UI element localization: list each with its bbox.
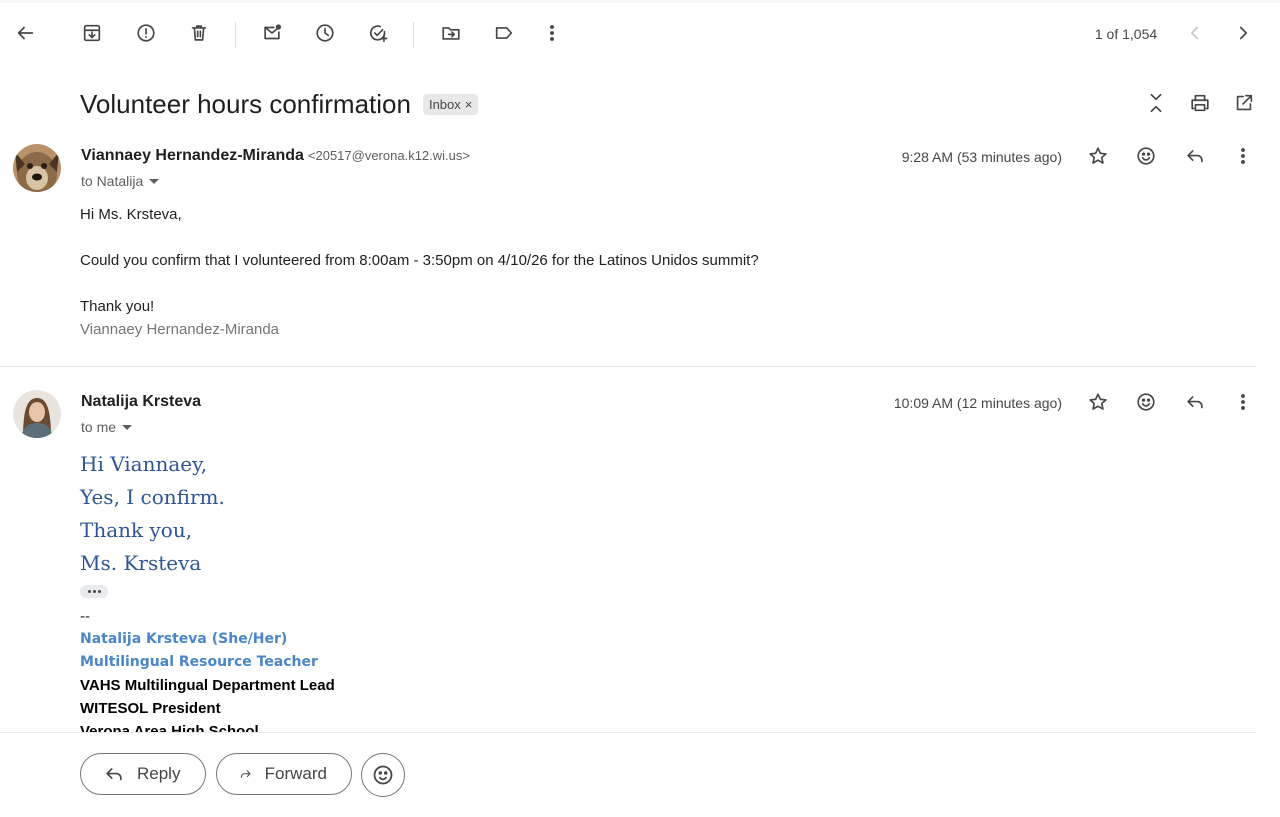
reply-button[interactable]: Reply: [80, 753, 206, 795]
open-new-window-button[interactable]: [1226, 85, 1262, 121]
folder-move-icon: [442, 27, 460, 40]
dot: [97, 590, 101, 593]
more-vertical-icon: [1241, 148, 1245, 164]
signature-role-2: WITESOL President: [80, 700, 221, 717]
back-button[interactable]: [7, 15, 43, 51]
mark-unread-button[interactable]: [254, 15, 290, 51]
chevron-right-icon: [1239, 26, 1248, 40]
message-more-button[interactable]: [1225, 384, 1261, 420]
print-button[interactable]: [1182, 85, 1218, 121]
dog-avatar-icon: [13, 144, 61, 192]
report-spam-button[interactable]: [128, 15, 164, 51]
star-icon: [1089, 147, 1107, 164]
sender-name[interactable]: Viannaey Hernandez-Miranda <20517@verona.…: [81, 147, 470, 165]
reply-label: Reply: [137, 764, 181, 783]
message-signature: Viannaey Hernandez-Miranda: [80, 321, 280, 338]
star-button[interactable]: [1080, 384, 1116, 420]
reply-line-1: Hi Viannaey,: [80, 452, 208, 476]
avatar[interactable]: [13, 144, 61, 192]
more-vertical-icon: [1241, 394, 1245, 410]
recipient-text: to Natalija: [81, 173, 144, 189]
signature-title: Multilingual Resource Teacher: [80, 654, 318, 670]
labels-button[interactable]: [486, 15, 522, 51]
archive-icon: [83, 24, 101, 42]
reply-icon: [1187, 150, 1203, 163]
label-icon: [495, 27, 513, 39]
forward-label: Forward: [264, 764, 327, 783]
add-task-icon: [369, 25, 388, 43]
toolbar-divider: [413, 22, 414, 48]
label-text: Inbox: [428, 96, 461, 112]
printer-icon: [1191, 94, 1209, 112]
archive-button[interactable]: [74, 15, 110, 51]
older-button[interactable]: [1225, 15, 1261, 51]
snooze-button[interactable]: [307, 15, 343, 51]
dot: [92, 590, 96, 593]
add-reaction-button[interactable]: [1128, 138, 1164, 174]
star-icon: [1089, 393, 1107, 410]
more-vertical-icon: [550, 25, 554, 41]
reply-icon: [106, 768, 122, 781]
dot: [87, 590, 91, 593]
report-icon: [137, 24, 155, 42]
reply-icon-button[interactable]: [1177, 384, 1213, 420]
avatar[interactable]: [13, 390, 61, 438]
recipient-details[interactable]: to me: [81, 419, 133, 435]
reply-line-4: Ms. Krsteva: [80, 551, 202, 575]
message-text: Could you confirm that I volunteered fro…: [80, 252, 759, 269]
sender-email: <20517@verona.k12.wi.us>: [307, 148, 470, 163]
emoji-icon: [1137, 393, 1155, 411]
star-button[interactable]: [1080, 138, 1116, 174]
signature-role-1: VAHS Multilingual Department Lead: [80, 677, 335, 694]
signature-name: Natalija Krsteva (She/Her): [80, 631, 288, 647]
add-task-button[interactable]: [360, 15, 396, 51]
recipient-details[interactable]: to Natalija: [81, 173, 160, 189]
mark-unread-icon: [264, 24, 282, 40]
sender-name-text: Viannaey Hernandez-Miranda: [81, 147, 304, 164]
trash-icon: [191, 25, 207, 41]
forward-icon: [241, 770, 251, 778]
more-options-button[interactable]: [534, 15, 570, 51]
reply-icon-button[interactable]: [1177, 138, 1213, 174]
message-closing: Thank you!: [80, 298, 155, 315]
message-more-button[interactable]: [1225, 138, 1261, 174]
clock-icon: [316, 24, 334, 42]
message-divider: [0, 366, 1256, 367]
reply-line-2: Yes, I confirm.: [80, 485, 225, 509]
newer-button[interactable]: [1177, 15, 1213, 51]
toolbar-divider: [235, 22, 236, 48]
message-time: 10:09 AM (12 minutes ago): [893, 395, 1062, 411]
message-greeting: Hi Ms. Krsteva,: [80, 206, 182, 223]
person-avatar-icon: [13, 390, 61, 438]
caret-down-icon: [122, 424, 133, 430]
add-reaction-button[interactable]: [1128, 384, 1164, 420]
page-count: 1 of 1,054: [1094, 26, 1158, 42]
remove-label-icon[interactable]: ×: [465, 97, 473, 112]
collapse-all-button[interactable]: [1138, 85, 1174, 121]
inbox-label-chip[interactable]: Inbox ×: [422, 93, 479, 115]
arrow-left-icon: [17, 26, 34, 40]
reply-line-3: Thank you,: [80, 518, 193, 542]
emoji-icon: [1137, 147, 1155, 165]
delete-button[interactable]: [181, 15, 217, 51]
chevron-left-icon: [1190, 26, 1199, 40]
move-to-button[interactable]: [433, 15, 469, 51]
recipient-text: to me: [81, 419, 117, 435]
top-strip: [0, 0, 1280, 3]
collapse-icon: [1150, 93, 1162, 113]
emoji-reaction-button[interactable]: [361, 753, 405, 797]
show-trimmed-content-button[interactable]: [80, 585, 108, 598]
subject-row: Volunteer hours confirmation Inbox ×: [80, 86, 479, 122]
signature-dash: --: [80, 608, 90, 625]
reply-bar-divider: [0, 732, 1256, 733]
toolbar: 1 of 1,054: [0, 4, 1280, 62]
sender-name[interactable]: Natalija Krsteva: [81, 393, 201, 411]
emoji-icon: [373, 765, 393, 785]
reply-icon: [1187, 396, 1203, 409]
subject-title: Volunteer hours confirmation: [80, 88, 411, 119]
forward-button[interactable]: Forward: [216, 753, 352, 795]
caret-down-icon: [149, 178, 160, 184]
message-time: 9:28 AM (53 minutes ago): [901, 149, 1062, 165]
open-external-icon: [1236, 94, 1253, 111]
